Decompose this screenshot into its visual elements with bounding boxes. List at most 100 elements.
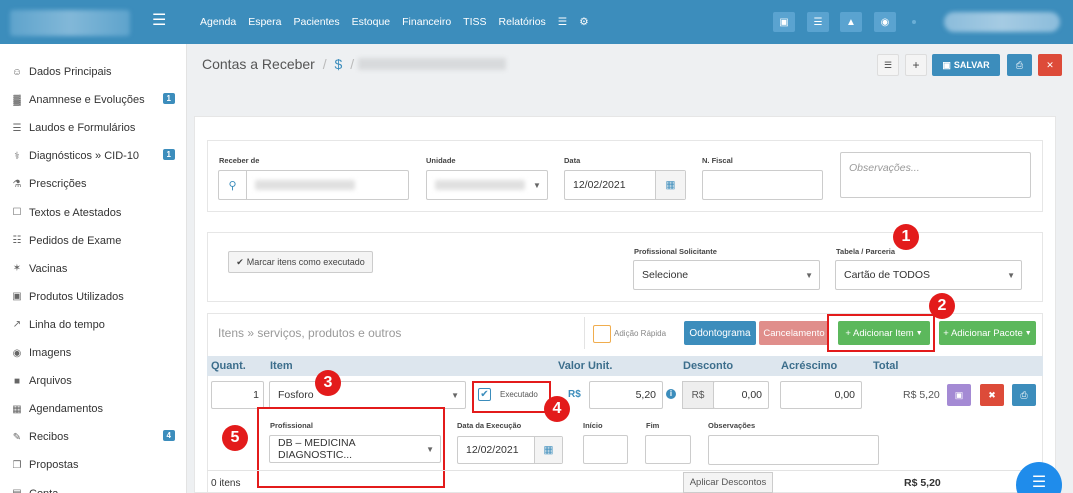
annotation-1: 1 bbox=[893, 224, 919, 250]
delete-button[interactable]: ✕ bbox=[1038, 54, 1062, 76]
chart-icon: ▓ bbox=[13, 94, 21, 106]
sidebar-item-label: Recibos bbox=[29, 431, 69, 444]
desconto-value: 0,00 bbox=[741, 389, 762, 401]
chevron-down-icon: ▼ bbox=[426, 444, 434, 454]
print-button[interactable]: ⎙ bbox=[1007, 54, 1032, 76]
items-search-text[interactable]: Itens » serviços, produtos e outros bbox=[218, 326, 401, 340]
sidebar-item[interactable]: ■ Arquivos bbox=[0, 367, 187, 395]
nav-financeiro[interactable]: Financeiro bbox=[402, 16, 451, 28]
odontograma-button[interactable]: Odontograma bbox=[684, 321, 756, 345]
sidebar-item[interactable]: ✶ Vacinas bbox=[0, 255, 187, 283]
item-observacoes-label: Observações bbox=[708, 421, 756, 430]
top-nav: Agenda Espera Pacientes Estoque Financei… bbox=[200, 0, 589, 44]
print-item-button[interactable]: ⎙ bbox=[1012, 384, 1036, 406]
save-icon: ▣ bbox=[942, 59, 951, 70]
bell-icon[interactable]: ▲ bbox=[840, 12, 862, 32]
sidebar-item[interactable]: ❐ Propostas bbox=[0, 451, 187, 479]
chevron-down-icon: ▼ bbox=[1007, 270, 1015, 280]
breadcrumb-currency[interactable]: $ bbox=[335, 56, 343, 72]
file-solid-icon: ■ bbox=[13, 375, 21, 387]
fim-input[interactable] bbox=[645, 435, 691, 464]
inicio-input[interactable] bbox=[583, 435, 628, 464]
sidebar-item[interactable]: ↗ Linha do tempo bbox=[0, 311, 187, 339]
annotation-3: 3 bbox=[315, 370, 341, 396]
valor-input[interactable]: 5,20 bbox=[589, 381, 663, 409]
mark-executed-button[interactable]: ✔ Marcar itens como executado bbox=[228, 251, 373, 273]
aplicar-descontos-button[interactable]: Aplicar Descontos bbox=[683, 472, 773, 493]
tabela-select[interactable]: Cartão de TODOS ▼ bbox=[835, 260, 1022, 290]
sidebar-item[interactable]: ▦ Agendamentos bbox=[0, 395, 187, 423]
tabela-label: Tabela / Parceria bbox=[836, 247, 896, 256]
prof-solicitante-value: Selecione bbox=[642, 269, 689, 281]
save-button[interactable]: ▣ SALVAR bbox=[932, 54, 1000, 76]
data-execucao-field[interactable]: 12/02/2021 ▦ bbox=[457, 436, 563, 464]
observacoes-field[interactable]: Observações... bbox=[840, 152, 1031, 198]
sidebar-item[interactable]: ⚕ Diagnósticos » CID-10 1 bbox=[0, 142, 187, 170]
quant-input[interactable]: 1 bbox=[211, 381, 264, 409]
prof-solicitante-select[interactable]: Selecione ▼ bbox=[633, 260, 820, 290]
unidade-select[interactable]: ▼ bbox=[426, 170, 548, 200]
calendar-icon[interactable]: ▦ bbox=[534, 437, 562, 463]
col-item: Item bbox=[270, 360, 293, 372]
sidebar-item-label: Agendamentos bbox=[29, 403, 103, 416]
nav-tiss[interactable]: TISS bbox=[463, 16, 486, 28]
acrescimo-input[interactable]: 0,00 bbox=[780, 381, 862, 409]
sidebar-item[interactable]: ▓ Anamnese e Evoluções 1 bbox=[0, 86, 187, 114]
receber-field[interactable]: ⚲ bbox=[218, 170, 409, 200]
sidebar-item-label: Produtos Utilizados bbox=[29, 290, 124, 303]
col-acrescimo: Acréscimo bbox=[781, 360, 838, 372]
nav-agenda[interactable]: Agenda bbox=[200, 16, 236, 28]
quick-add-checkbox[interactable] bbox=[593, 325, 611, 343]
list-icon: ☰ bbox=[12, 122, 22, 134]
nfiscal-field[interactable] bbox=[702, 170, 823, 200]
profissional-select[interactable]: DB – MEDICINA DIAGNOSTIC... ▼ bbox=[269, 435, 441, 463]
sidebar-item[interactable]: ☷ Pedidos de Exame bbox=[0, 227, 187, 255]
inbox-icon[interactable]: ▣ bbox=[773, 12, 795, 32]
sidebar-item[interactable]: ✎ Recibos 4 bbox=[0, 423, 187, 451]
nav-espera[interactable]: Espera bbox=[248, 16, 281, 28]
add-button[interactable]: + bbox=[905, 54, 927, 76]
database-icon[interactable]: ☰ bbox=[558, 16, 567, 28]
sidebar-item[interactable]: ☺ Dados Principais bbox=[0, 58, 187, 86]
desconto-input[interactable]: 0,00 bbox=[713, 381, 769, 409]
executado-checkbox[interactable]: ✔ bbox=[478, 388, 491, 401]
calendar-icon[interactable]: ▦ bbox=[655, 171, 685, 199]
sidebar-badge: 1 bbox=[162, 93, 175, 105]
add-pacote-button[interactable]: + Adicionar Pacote ▼ bbox=[939, 321, 1036, 345]
wallet-icon: ▤ bbox=[10, 488, 24, 493]
list-view-button[interactable]: ☰ bbox=[877, 54, 899, 76]
chevron-down-icon: ▼ bbox=[805, 270, 813, 280]
sidebar-item[interactable]: ☰ Laudos e Formulários bbox=[0, 114, 187, 142]
medkit-button[interactable]: ▣ bbox=[947, 384, 971, 406]
data-field[interactable]: 12/02/2021 ▦ bbox=[564, 170, 686, 200]
annotation-2: 2 bbox=[929, 293, 955, 319]
list-icon[interactable]: ☰ bbox=[807, 12, 829, 32]
chat-icon[interactable]: ◉ bbox=[874, 12, 896, 32]
sidebar-badge: 4 bbox=[162, 430, 175, 442]
status-dot bbox=[912, 20, 916, 24]
sidebar-item[interactable]: ⚗ Prescrições bbox=[0, 170, 187, 198]
menu-toggle-icon[interactable]: ☰ bbox=[152, 13, 168, 29]
nav-relatorios[interactable]: Relatórios bbox=[499, 16, 546, 28]
col-desconto: Desconto bbox=[683, 360, 734, 372]
gear-icon[interactable]: ⚙ bbox=[579, 16, 588, 28]
sidebar-item[interactable]: ◉ Imagens bbox=[0, 339, 187, 367]
nav-estoque[interactable]: Estoque bbox=[352, 16, 391, 28]
user-menu[interactable] bbox=[944, 12, 1060, 32]
nav-pacientes[interactable]: Pacientes bbox=[293, 16, 339, 28]
nfiscal-label: N. Fiscal bbox=[702, 156, 733, 165]
add-item-button[interactable]: + Adicionar Item ▼ bbox=[838, 321, 930, 345]
item-select[interactable]: Fosforo ▼ bbox=[269, 381, 466, 409]
sidebar-item[interactable]: ☐ Textos e Atestados bbox=[0, 199, 187, 227]
sidebar-item[interactable]: ▣ Produtos Utilizados bbox=[0, 283, 187, 311]
caret-down-icon: ▼ bbox=[915, 329, 923, 337]
remove-item-button[interactable]: ✖ bbox=[980, 384, 1004, 406]
chevron-down-icon: ▼ bbox=[533, 180, 541, 190]
item-observacoes-input[interactable] bbox=[708, 435, 879, 465]
search-icon: ⚲ bbox=[219, 171, 247, 199]
app-logo[interactable] bbox=[10, 10, 130, 36]
cancelamento-button[interactable]: Cancelamento bbox=[759, 321, 829, 345]
info-icon[interactable]: i bbox=[666, 389, 676, 399]
sidebar-item[interactable]: ▤ Conta bbox=[0, 480, 187, 493]
breadcrumb-separator: / bbox=[350, 56, 355, 72]
